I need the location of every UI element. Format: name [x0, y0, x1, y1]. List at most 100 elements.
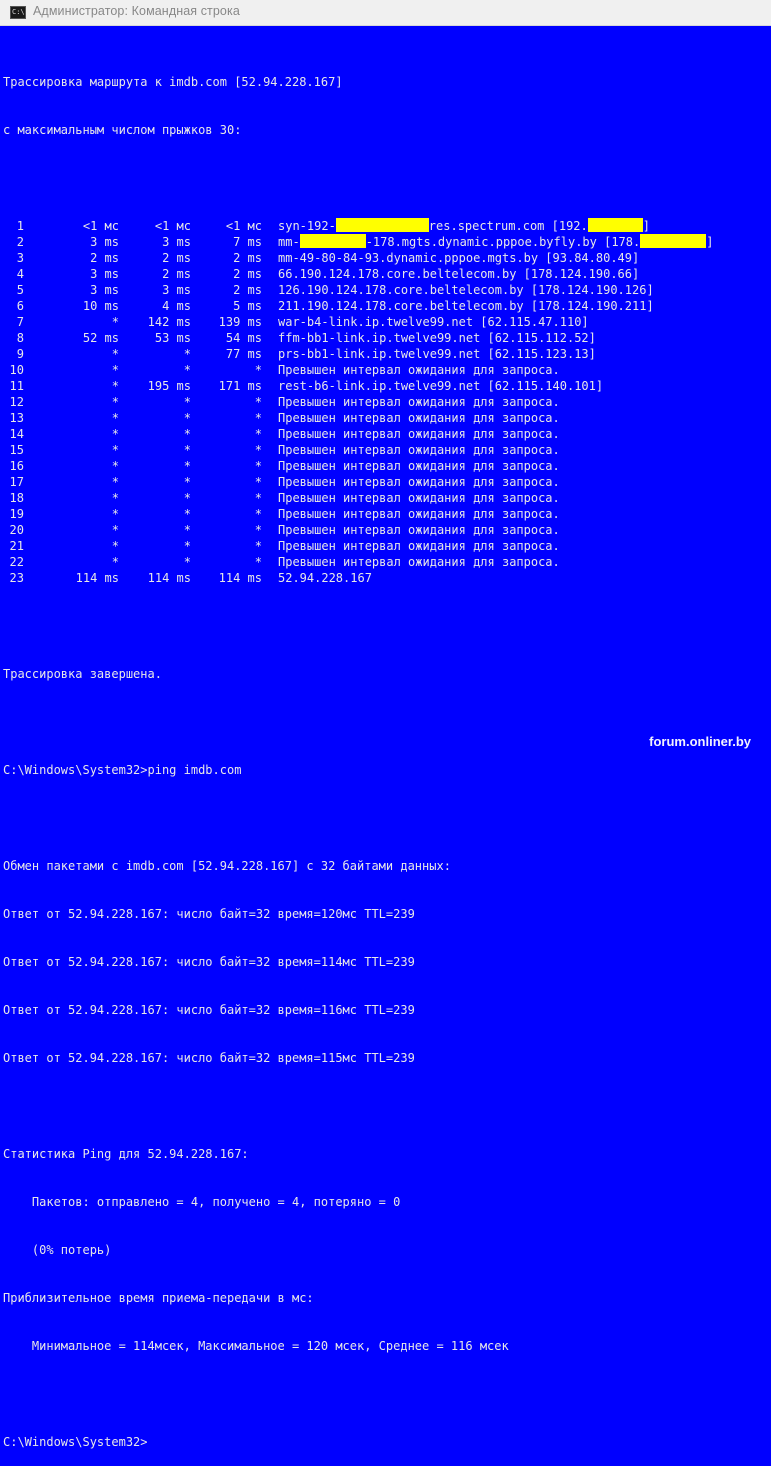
trace-header: Трассировка маршрута к imdb.com [52.94.2… — [3, 75, 343, 89]
watermark: forum.onliner.by — [649, 734, 751, 749]
hop-rtt-2: * — [183, 347, 191, 361]
hop-rtt-2: 53 ms — [154, 331, 191, 345]
hop-row: 20 * * * Превышен интервал ожидания для запр… — [3, 522, 771, 538]
hop-host: Превышен интервал ожидания для запроса. — [278, 363, 560, 377]
hop-rtt-3: * — [254, 539, 262, 553]
hop-number: 2 — [16, 235, 24, 249]
hop-host: Превышен интервал ожидания для запроса. — [278, 523, 560, 537]
hop-rtt-2: * — [183, 491, 191, 505]
hop-host: 66.190.124.178.core.beltelecom.by [178.1… — [278, 267, 640, 281]
hop-row: 5 3 ms 3 ms 2 ms 126.190.124.178.core.beltel… — [3, 282, 771, 298]
hop-rtt-2: 3 ms — [162, 283, 191, 297]
hop-number: 8 — [16, 331, 24, 345]
hop-number: 15 — [9, 443, 24, 457]
hop-host: Превышен интервал ожидания для запроса. — [278, 491, 560, 505]
hop-host: mm- -178.mgts.dynamic.pppoe.byfly.by [178… — [278, 234, 713, 250]
hop-rtt-3: * — [254, 363, 262, 377]
ping-reply: Ответ от 52.94.228.167: число байт=32 вр… — [3, 1003, 415, 1017]
hop-host: 126.190.124.178.core.beltelecom.by [178.… — [278, 283, 654, 297]
hop-rtt-2: 114 ms — [147, 571, 191, 585]
hop-rtt-3: 54 ms — [225, 331, 262, 345]
hop-rtt-1: 114 ms — [75, 571, 119, 585]
hop-host-part: -178.mgts.dynamic.pppoe.byfly.by [178. — [365, 235, 641, 249]
hop-host: Превышен интервал ожидания для запроса. — [278, 555, 560, 569]
hop-number: 18 — [9, 491, 24, 505]
hop-number: 10 — [9, 363, 24, 377]
hop-row: 9 * * 77 ms prs-bb1-link.ip.twelve99.net [62… — [3, 346, 771, 362]
title-bar[interactable]: C:\ Администратор: Командная строка — [0, 0, 771, 26]
hop-rtt-2: * — [183, 395, 191, 409]
hop-rtt-1: * — [111, 507, 119, 521]
hop-row: 7 * 142 ms 139 ms war-b4-link.ip.twelve99.ne… — [3, 314, 771, 330]
hop-row: 21 * * * Превышен интервал ожидания для запр… — [3, 538, 771, 554]
hop-row: 4 3 ms 2 ms 2 ms 66.190.124.178.core.beltele… — [3, 266, 771, 282]
hop-number: 17 — [9, 475, 24, 489]
redaction-mark — [335, 218, 429, 232]
hop-host-part: ] — [706, 235, 714, 249]
hop-rtt-1: 3 ms — [90, 267, 119, 281]
hop-rtt-3: * — [254, 459, 262, 473]
hop-rtt-3: 171 ms — [218, 379, 262, 393]
hop-host: Превышен интервал ожидания для запроса. — [278, 475, 560, 489]
hop-host: ffm-bb1-link.ip.twelve99.net [62.115.112… — [278, 331, 596, 345]
hop-row: 13 * * * Превышен интервал ожидания для запр… — [3, 410, 771, 426]
ping-reply: Ответ от 52.94.228.167: число байт=32 вр… — [3, 1051, 415, 1065]
hop-number: 11 — [9, 379, 24, 393]
hop-rtt-2: 195 ms — [147, 379, 191, 393]
hop-host: syn-192- res.spectrum.com [192.] — [278, 218, 650, 234]
ping-reply: Ответ от 52.94.228.167: число байт=32 вр… — [3, 907, 415, 921]
ping-command: C:\Windows\System32>ping imdb.com — [3, 763, 242, 777]
hop-number: 13 — [9, 411, 24, 425]
hop-number: 22 — [9, 555, 24, 569]
hop-rtt-2: * — [183, 443, 191, 457]
hop-rtt-1: 10 ms — [82, 299, 119, 313]
hop-rtt-1: * — [111, 395, 119, 409]
hop-host: Превышен интервал ожидания для запроса. — [278, 539, 560, 553]
hop-rtt-1: * — [111, 379, 119, 393]
hop-rtt-3: * — [254, 491, 262, 505]
hop-rtt-1: * — [111, 491, 119, 505]
hop-row: 1 <1 мс <1 мс <1 мс syn-192- res.spectrum.com… — [3, 218, 771, 234]
hop-rtt-3: 114 ms — [218, 571, 262, 585]
hop-number: 23 — [9, 571, 24, 585]
redaction-mark — [640, 234, 707, 248]
hop-host: Превышен интервал ожидания для запроса. — [278, 427, 560, 441]
hop-number: 7 — [16, 315, 24, 329]
hop-row: 10 * * * Превышен интервал ожидания для запр… — [3, 362, 771, 378]
ping-packets: Пакетов: отправлено = 4, получено = 4, п… — [3, 1195, 401, 1209]
hop-rtt-3: * — [254, 475, 262, 489]
hop-rtt-1: * — [111, 363, 119, 377]
hop-rtt-1: * — [111, 315, 119, 329]
hop-rtt-1: * — [111, 523, 119, 537]
hop-rtt-3: 77 ms — [225, 347, 262, 361]
hop-row: 8 52 ms 53 ms 54 ms ffm-bb1-link.ip.twelve99… — [3, 330, 771, 346]
hop-host: mm-49-80-84-93.dynamic.pppoe.mgts.by [93… — [278, 251, 640, 265]
console-output[interactable]: Трассировка маршрута к imdb.com [52.94.2… — [3, 42, 771, 1449]
hop-host: Превышен интервал ожидания для запроса. — [278, 507, 560, 521]
hop-rtt-2: 2 ms — [162, 267, 191, 281]
ping-reply: Ответ от 52.94.228.167: число байт=32 вр… — [3, 955, 415, 969]
redaction-mark — [299, 234, 366, 248]
hop-number: 6 — [16, 299, 24, 313]
hop-row: 2 3 ms 3 ms 7 ms mm- -178.mgts.dynamic.pppoe.… — [3, 234, 771, 250]
hop-host: Превышен интервал ожидания для запроса. — [278, 443, 560, 457]
hop-number: 14 — [9, 427, 24, 441]
hop-host: Превышен интервал ожидания для запроса. — [278, 395, 560, 409]
hop-host: Превышен интервал ожидания для запроса. — [278, 459, 560, 473]
ping-rtt-title: Приблизительное время приема-передачи в … — [3, 1291, 314, 1305]
hop-rtt-1: 3 ms — [90, 283, 119, 297]
hop-rtt-2: <1 мс — [154, 219, 191, 233]
hop-host: 211.190.124.178.core.beltelecom.by [178.… — [278, 299, 654, 313]
hop-rtt-1: * — [111, 411, 119, 425]
hop-rtt-1: * — [111, 427, 119, 441]
hop-rtt-1: * — [111, 475, 119, 489]
trace-complete: Трассировка завершена. — [3, 667, 162, 681]
hop-row: 19 * * * Превышен интервал ожидания для запр… — [3, 506, 771, 522]
hop-rtt-2: * — [183, 555, 191, 569]
hop-rtt-2: * — [183, 363, 191, 377]
hop-rtt-1: 2 ms — [90, 251, 119, 265]
command-prompt[interactable]: C:\Windows\System32> — [3, 1434, 771, 1450]
